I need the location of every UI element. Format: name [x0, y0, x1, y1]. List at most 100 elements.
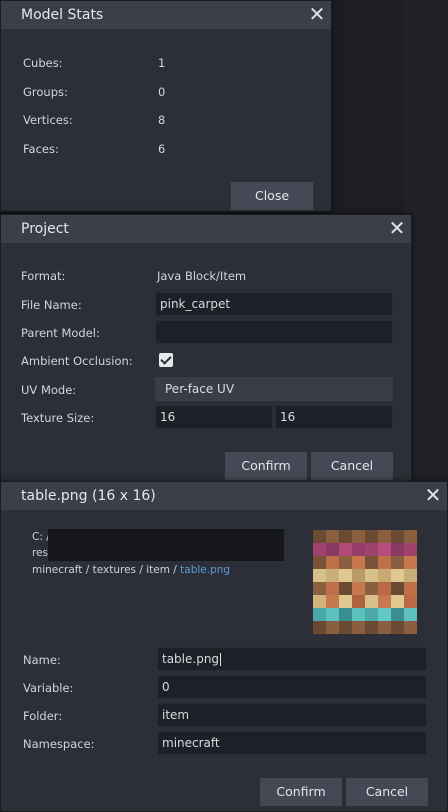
texture-pixel: [404, 543, 417, 556]
uv-mode-label: UV Mode:: [21, 383, 77, 397]
folder-field[interactable]: item: [157, 703, 427, 727]
close-icon[interactable]: ✕: [383, 215, 411, 243]
texture-pixel: [352, 530, 365, 543]
texture-pixel: [339, 556, 352, 569]
stat-label-cubes: Cubes:: [23, 56, 63, 70]
texture-thumbnail: [313, 530, 417, 634]
texture-pixel: [365, 569, 378, 582]
texture-pixel: [365, 608, 378, 621]
path-redacted-2: [48, 545, 284, 561]
texture-pixel: [339, 569, 352, 582]
texture-pixel: [404, 582, 417, 595]
project-dialog: Project ✕ Format: Java Block/Item File N…: [0, 214, 412, 484]
texture-pixel: [378, 530, 391, 543]
close-icon[interactable]: ✕: [419, 482, 447, 510]
path-folders: minecraft / textures / item /: [32, 564, 181, 576]
model-stats-title: Model Stats: [21, 7, 104, 23]
path-line-3: minecraft / textures / item / table.png: [32, 564, 230, 576]
texture-pixel: [378, 595, 391, 608]
text-caret: [220, 653, 222, 666]
variable-label: Variable:: [23, 681, 74, 695]
texture-pixel: [339, 621, 352, 634]
texture-size-label: Texture Size:: [21, 411, 95, 425]
file-name-field[interactable]: pink_carpet: [155, 292, 393, 316]
close-button[interactable]: Close: [231, 182, 313, 210]
stat-label-vertices: Vertices:: [23, 113, 73, 127]
texture-pixel: [313, 582, 326, 595]
texture-pixel: [378, 556, 391, 569]
texture-pixel: [391, 569, 404, 582]
project-title: Project: [21, 221, 69, 237]
stat-value-vertices: 8: [158, 113, 166, 127]
stat-value-cubes: 1: [158, 56, 166, 70]
ambient-occlusion-checkbox[interactable]: [159, 353, 173, 367]
texture-pixel: [365, 530, 378, 543]
texture-width-field[interactable]: 16: [155, 405, 273, 429]
path-line-2: res: [32, 547, 49, 559]
texture-pixel: [404, 595, 417, 608]
texture-pixel: [313, 608, 326, 621]
texture-titlebar: table.png (16 x 16) ✕: [1, 482, 447, 510]
texture-dialog: table.png (16 x 16) ✕ C: / res minecraft…: [0, 481, 448, 812]
uv-mode-select[interactable]: Per-face UV: [155, 377, 393, 401]
texture-pixel: [352, 582, 365, 595]
texture-pixel: [404, 621, 417, 634]
confirm-button[interactable]: Confirm: [260, 778, 342, 806]
texture-pixel: [326, 621, 339, 634]
texture-pixel: [378, 569, 391, 582]
texture-pixel: [365, 582, 378, 595]
stat-value-faces: 6: [158, 142, 166, 156]
ambient-occlusion-label: Ambient Occlusion:: [21, 354, 133, 368]
variable-field[interactable]: 0: [157, 675, 427, 699]
texture-pixel: [404, 556, 417, 569]
texture-pixel: [313, 595, 326, 608]
texture-pixel: [326, 595, 339, 608]
close-icon[interactable]: ✕: [303, 1, 331, 29]
parent-model-field[interactable]: [155, 320, 393, 344]
texture-pixel: [378, 582, 391, 595]
texture-pixel: [326, 608, 339, 621]
texture-pixel: [313, 556, 326, 569]
cancel-button[interactable]: Cancel: [346, 778, 428, 806]
parent-model-label: Parent Model:: [21, 326, 100, 340]
texture-pixel: [365, 621, 378, 634]
texture-pixel: [352, 595, 365, 608]
texture-pixel: [391, 543, 404, 556]
model-stats-titlebar: Model Stats ✕: [1, 1, 331, 29]
texture-pixel: [352, 556, 365, 569]
path-redacted-1: [48, 529, 284, 545]
name-field[interactable]: table.png: [157, 647, 427, 671]
stat-label-groups: Groups:: [23, 85, 68, 99]
texture-pixel: [365, 595, 378, 608]
texture-pixel: [326, 530, 339, 543]
texture-pixel: [391, 595, 404, 608]
texture-pixel: [313, 621, 326, 634]
format-value: Java Block/Item: [157, 269, 247, 283]
texture-pixel: [313, 569, 326, 582]
confirm-button[interactable]: Confirm: [225, 452, 307, 480]
texture-pixel: [339, 543, 352, 556]
texture-pixel: [391, 556, 404, 569]
texture-pixel: [326, 569, 339, 582]
texture-height-field[interactable]: 16: [275, 405, 393, 429]
stat-value-groups: 0: [158, 85, 166, 99]
cancel-button[interactable]: Cancel: [311, 452, 393, 480]
texture-pixel: [313, 530, 326, 543]
file-name-label: File Name:: [21, 298, 82, 312]
namespace-label: Namespace:: [23, 737, 95, 751]
format-label: Format:: [21, 269, 66, 283]
texture-pixel: [378, 621, 391, 634]
namespace-field[interactable]: minecraft: [157, 731, 427, 755]
texture-pixel: [378, 608, 391, 621]
texture-pixel: [391, 530, 404, 543]
texture-pixel: [365, 556, 378, 569]
texture-pixel: [391, 582, 404, 595]
texture-pixel: [404, 530, 417, 543]
texture-pixel: [326, 582, 339, 595]
project-titlebar: Project ✕: [1, 215, 411, 243]
texture-pixel: [404, 569, 417, 582]
name-value: table.png: [162, 652, 220, 666]
path-file-link[interactable]: table.png: [180, 564, 230, 576]
stat-label-faces: Faces:: [23, 142, 59, 156]
texture-pixel: [378, 543, 391, 556]
